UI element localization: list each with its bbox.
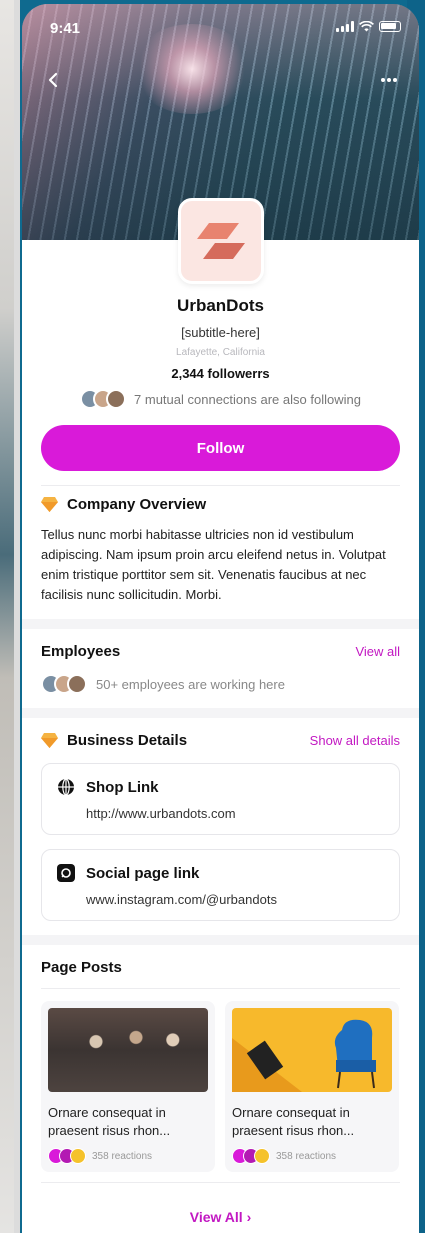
shop-link-title: Shop Link [86,778,159,796]
post-caption: Ornare consequat in praesent risus rhon.… [48,1105,171,1138]
show-all-details-link[interactable]: Show all details [310,733,400,748]
post-image [232,1008,392,1092]
post-caption: Ornare consequat in praesent risus rhon.… [232,1105,355,1138]
post-card[interactable]: Ornare consequat in praesent risus rhon.… [225,1001,399,1172]
more-horizontal-icon[interactable] [375,68,403,92]
status-bar: 9:41 [22,4,419,48]
employees-text: 50+ employees are working here [96,676,285,692]
follow-button[interactable]: Follow [41,425,400,471]
social-link-title: Social page link [86,864,200,882]
shop-link-url[interactable]: http://www.urbandots.com [56,806,385,821]
company-name: UrbanDots [177,296,264,315]
business-details-section: Business Details Show all details Shop L… [22,718,419,935]
shop-link-card[interactable]: Shop Link http://www.urbandots.com [41,763,400,835]
wifi-icon [359,21,374,32]
reaction-icons [48,1148,86,1164]
phone-screen: 9:41 UrbanDots [subtitle-here] Lafayette… [22,4,419,1233]
battery-icon [379,21,401,32]
overview-title: Company Overview [67,496,207,513]
divider [41,988,400,989]
reaction-icons [232,1148,270,1164]
post-card[interactable]: Ornare consequat in praesent risus rhon.… [41,1001,215,1172]
post-reactions: 358 reactions [276,1150,337,1162]
status-time: 9:41 [50,20,81,37]
company-subtitle: [subtitle-here] [181,325,260,340]
posts-view-all-button[interactable]: View All › [41,1209,400,1225]
employees-section: Employees View all 50+ employees are wor… [22,629,419,708]
signal-icon [336,21,354,32]
mutual-text: 7 mutual connections are also following [134,391,361,407]
company-logo [178,198,264,284]
instagram-icon [56,863,76,883]
avatar-group [80,389,127,409]
employee-avatar-group [41,674,87,694]
post-image [48,1008,208,1092]
employees-title: Employees [41,643,121,660]
overview-body: Tellus nunc morbi habitasse ultricies no… [41,527,386,602]
background-left-panel [0,0,20,1233]
employees-view-all-link[interactable]: View all [355,644,400,659]
followers-count: 2,344 followerrs [171,366,270,381]
posts-title: Page Posts [41,959,122,976]
business-title: Business Details [67,732,188,749]
company-location: Lafayette, California [176,347,265,358]
post-reactions: 358 reactions [92,1150,153,1162]
social-link-card[interactable]: Social page link www.instagram.com/@urba… [41,849,400,921]
divider [41,1182,400,1183]
company-overview: Company Overview Tellus nunc morbi habit… [22,486,419,605]
page-posts-section: Page Posts Ornare consequat in praesent … [22,945,419,1233]
gem-icon [41,733,58,748]
posts-view-all-label: View All [189,1209,243,1225]
chevron-left-icon[interactable] [42,68,66,92]
social-link-url[interactable]: www.instagram.com/@urbandots [56,892,385,907]
globe-icon [56,777,76,797]
gem-icon [41,497,58,512]
chevron-right-icon: › [246,1209,252,1225]
mutual-connections[interactable]: 7 mutual connections are also following [22,389,419,409]
profile-card: UrbanDots [subtitle-here] Lafayette, Cal… [22,198,419,619]
